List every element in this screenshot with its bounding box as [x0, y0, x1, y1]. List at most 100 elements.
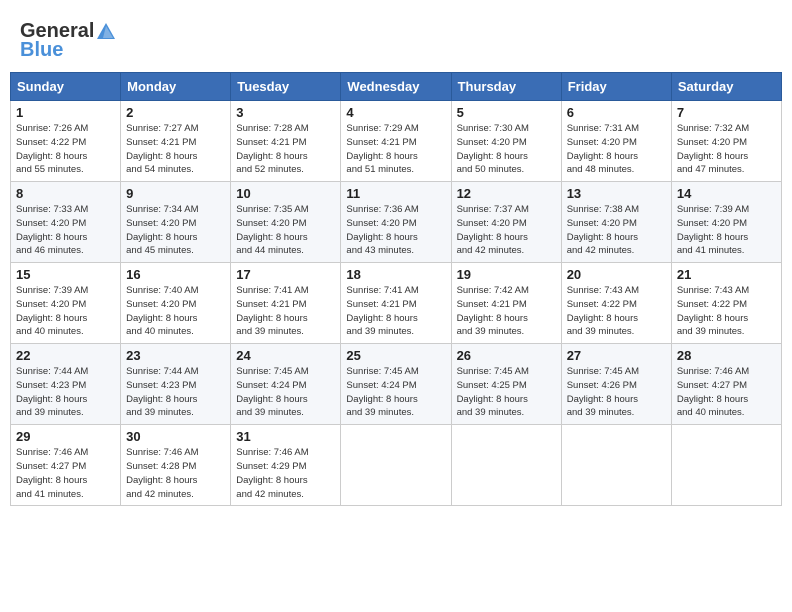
- day-info: Sunrise: 7:40 AM Sunset: 4:20 PM Dayligh…: [126, 284, 225, 339]
- calendar-cell: 27 Sunrise: 7:45 AM Sunset: 4:26 PM Dayl…: [561, 344, 671, 425]
- day-info: Sunrise: 7:27 AM Sunset: 4:21 PM Dayligh…: [126, 122, 225, 177]
- calendar-cell: [451, 425, 561, 506]
- day-number: 21: [677, 267, 776, 282]
- day-number: 18: [346, 267, 445, 282]
- calendar-cell: 4 Sunrise: 7:29 AM Sunset: 4:21 PM Dayli…: [341, 101, 451, 182]
- day-number: 25: [346, 348, 445, 363]
- calendar-cell: 3 Sunrise: 7:28 AM Sunset: 4:21 PM Dayli…: [231, 101, 341, 182]
- calendar-cell: 12 Sunrise: 7:37 AM Sunset: 4:20 PM Dayl…: [451, 182, 561, 263]
- calendar-cell: 30 Sunrise: 7:46 AM Sunset: 4:28 PM Dayl…: [121, 425, 231, 506]
- day-info: Sunrise: 7:46 AM Sunset: 4:29 PM Dayligh…: [236, 446, 335, 501]
- calendar-cell: [341, 425, 451, 506]
- day-number: 22: [16, 348, 115, 363]
- day-info: Sunrise: 7:28 AM Sunset: 4:21 PM Dayligh…: [236, 122, 335, 177]
- column-header-wednesday: Wednesday: [341, 73, 451, 101]
- calendar-cell: 8 Sunrise: 7:33 AM Sunset: 4:20 PM Dayli…: [11, 182, 121, 263]
- day-number: 15: [16, 267, 115, 282]
- calendar-cell: 21 Sunrise: 7:43 AM Sunset: 4:22 PM Dayl…: [671, 263, 781, 344]
- day-info: Sunrise: 7:30 AM Sunset: 4:20 PM Dayligh…: [457, 122, 556, 177]
- day-info: Sunrise: 7:45 AM Sunset: 4:24 PM Dayligh…: [236, 365, 335, 420]
- day-number: 3: [236, 105, 335, 120]
- day-info: Sunrise: 7:46 AM Sunset: 4:27 PM Dayligh…: [16, 446, 115, 501]
- day-info: Sunrise: 7:37 AM Sunset: 4:20 PM Dayligh…: [457, 203, 556, 258]
- day-info: Sunrise: 7:44 AM Sunset: 4:23 PM Dayligh…: [126, 365, 225, 420]
- day-info: Sunrise: 7:32 AM Sunset: 4:20 PM Dayligh…: [677, 122, 776, 177]
- calendar-week-row: 15 Sunrise: 7:39 AM Sunset: 4:20 PM Dayl…: [11, 263, 782, 344]
- logo-text: General Blue: [20, 20, 118, 62]
- calendar-cell: 11 Sunrise: 7:36 AM Sunset: 4:20 PM Dayl…: [341, 182, 451, 263]
- calendar-cell: 31 Sunrise: 7:46 AM Sunset: 4:29 PM Dayl…: [231, 425, 341, 506]
- column-header-sunday: Sunday: [11, 73, 121, 101]
- calendar-cell: 6 Sunrise: 7:31 AM Sunset: 4:20 PM Dayli…: [561, 101, 671, 182]
- calendar-cell: 23 Sunrise: 7:44 AM Sunset: 4:23 PM Dayl…: [121, 344, 231, 425]
- calendar-cell: 24 Sunrise: 7:45 AM Sunset: 4:24 PM Dayl…: [231, 344, 341, 425]
- day-info: Sunrise: 7:38 AM Sunset: 4:20 PM Dayligh…: [567, 203, 666, 258]
- day-info: Sunrise: 7:43 AM Sunset: 4:22 PM Dayligh…: [567, 284, 666, 339]
- day-number: 10: [236, 186, 335, 201]
- day-number: 31: [236, 429, 335, 444]
- day-number: 7: [677, 105, 776, 120]
- day-info: Sunrise: 7:36 AM Sunset: 4:20 PM Dayligh…: [346, 203, 445, 258]
- day-info: Sunrise: 7:44 AM Sunset: 4:23 PM Dayligh…: [16, 365, 115, 420]
- calendar-cell: 7 Sunrise: 7:32 AM Sunset: 4:20 PM Dayli…: [671, 101, 781, 182]
- logo: General Blue: [20, 20, 118, 62]
- calendar-cell: 20 Sunrise: 7:43 AM Sunset: 4:22 PM Dayl…: [561, 263, 671, 344]
- day-number: 13: [567, 186, 666, 201]
- calendar-table: SundayMondayTuesdayWednesdayThursdayFrid…: [10, 72, 782, 506]
- day-number: 14: [677, 186, 776, 201]
- day-number: 20: [567, 267, 666, 282]
- day-number: 27: [567, 348, 666, 363]
- calendar-header-row: SundayMondayTuesdayWednesdayThursdayFrid…: [11, 73, 782, 101]
- column-header-tuesday: Tuesday: [231, 73, 341, 101]
- day-info: Sunrise: 7:31 AM Sunset: 4:20 PM Dayligh…: [567, 122, 666, 177]
- calendar-cell: [671, 425, 781, 506]
- day-number: 8: [16, 186, 115, 201]
- day-info: Sunrise: 7:41 AM Sunset: 4:21 PM Dayligh…: [346, 284, 445, 339]
- day-info: Sunrise: 7:46 AM Sunset: 4:28 PM Dayligh…: [126, 446, 225, 501]
- day-info: Sunrise: 7:34 AM Sunset: 4:20 PM Dayligh…: [126, 203, 225, 258]
- day-number: 23: [126, 348, 225, 363]
- calendar-cell: 2 Sunrise: 7:27 AM Sunset: 4:21 PM Dayli…: [121, 101, 231, 182]
- calendar-cell: 29 Sunrise: 7:46 AM Sunset: 4:27 PM Dayl…: [11, 425, 121, 506]
- calendar-cell: 15 Sunrise: 7:39 AM Sunset: 4:20 PM Dayl…: [11, 263, 121, 344]
- day-number: 11: [346, 186, 445, 201]
- day-info: Sunrise: 7:39 AM Sunset: 4:20 PM Dayligh…: [677, 203, 776, 258]
- day-number: 5: [457, 105, 556, 120]
- calendar-cell: 10 Sunrise: 7:35 AM Sunset: 4:20 PM Dayl…: [231, 182, 341, 263]
- day-number: 9: [126, 186, 225, 201]
- calendar-cell: 1 Sunrise: 7:26 AM Sunset: 4:22 PM Dayli…: [11, 101, 121, 182]
- day-number: 12: [457, 186, 556, 201]
- day-info: Sunrise: 7:41 AM Sunset: 4:21 PM Dayligh…: [236, 284, 335, 339]
- calendar-cell: 19 Sunrise: 7:42 AM Sunset: 4:21 PM Dayl…: [451, 263, 561, 344]
- day-number: 29: [16, 429, 115, 444]
- day-info: Sunrise: 7:35 AM Sunset: 4:20 PM Dayligh…: [236, 203, 335, 258]
- calendar-cell: 5 Sunrise: 7:30 AM Sunset: 4:20 PM Dayli…: [451, 101, 561, 182]
- day-info: Sunrise: 7:45 AM Sunset: 4:24 PM Dayligh…: [346, 365, 445, 420]
- calendar-week-row: 29 Sunrise: 7:46 AM Sunset: 4:27 PM Dayl…: [11, 425, 782, 506]
- day-number: 2: [126, 105, 225, 120]
- day-info: Sunrise: 7:33 AM Sunset: 4:20 PM Dayligh…: [16, 203, 115, 258]
- day-number: 28: [677, 348, 776, 363]
- calendar-cell: 14 Sunrise: 7:39 AM Sunset: 4:20 PM Dayl…: [671, 182, 781, 263]
- day-number: 6: [567, 105, 666, 120]
- calendar-week-row: 8 Sunrise: 7:33 AM Sunset: 4:20 PM Dayli…: [11, 182, 782, 263]
- column-header-saturday: Saturday: [671, 73, 781, 101]
- logo-icon: [95, 21, 117, 43]
- day-number: 19: [457, 267, 556, 282]
- calendar-cell: 16 Sunrise: 7:40 AM Sunset: 4:20 PM Dayl…: [121, 263, 231, 344]
- calendar-cell: [561, 425, 671, 506]
- calendar-cell: 13 Sunrise: 7:38 AM Sunset: 4:20 PM Dayl…: [561, 182, 671, 263]
- day-info: Sunrise: 7:45 AM Sunset: 4:25 PM Dayligh…: [457, 365, 556, 420]
- day-number: 30: [126, 429, 225, 444]
- column-header-thursday: Thursday: [451, 73, 561, 101]
- day-info: Sunrise: 7:42 AM Sunset: 4:21 PM Dayligh…: [457, 284, 556, 339]
- day-number: 26: [457, 348, 556, 363]
- day-info: Sunrise: 7:45 AM Sunset: 4:26 PM Dayligh…: [567, 365, 666, 420]
- column-header-friday: Friday: [561, 73, 671, 101]
- calendar-cell: 25 Sunrise: 7:45 AM Sunset: 4:24 PM Dayl…: [341, 344, 451, 425]
- day-number: 17: [236, 267, 335, 282]
- day-number: 16: [126, 267, 225, 282]
- calendar-week-row: 1 Sunrise: 7:26 AM Sunset: 4:22 PM Dayli…: [11, 101, 782, 182]
- calendar-cell: 22 Sunrise: 7:44 AM Sunset: 4:23 PM Dayl…: [11, 344, 121, 425]
- page-header: General Blue: [10, 10, 782, 67]
